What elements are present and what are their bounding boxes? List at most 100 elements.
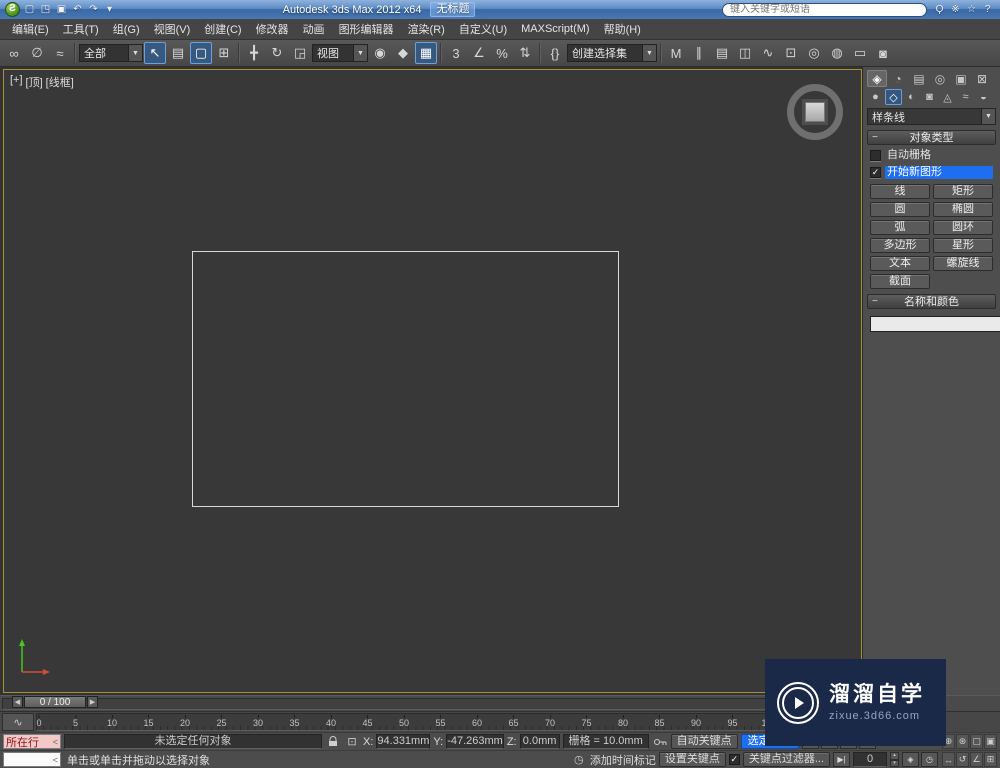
select-and-link-icon[interactable]: ∞ — [3, 42, 25, 64]
create-ngon-button[interactable]: 多边形 — [870, 238, 930, 253]
menu-modifiers[interactable]: 修改器 — [249, 19, 296, 39]
listener-scroll-icon[interactable]: < — [53, 755, 58, 765]
rectangle-shape[interactable] — [192, 251, 619, 507]
select-and-manipulate-icon[interactable]: ◆ — [392, 42, 414, 64]
render-setup-icon[interactable]: ◍ — [826, 42, 848, 64]
menu-views[interactable]: 视图(V) — [147, 19, 198, 39]
key-mode-toggle-icon[interactable]: ◈ — [902, 752, 919, 767]
menu-customize[interactable]: 自定义(U) — [452, 19, 514, 39]
select-and-move-icon[interactable]: ╋ — [243, 42, 265, 64]
save-file-icon[interactable]: ▣ — [54, 3, 69, 17]
next-frame-button[interactable]: ▶| — [833, 752, 850, 767]
cameras-category-icon[interactable]: ◙ — [921, 89, 938, 105]
motion-tab-icon[interactable]: ◎ — [930, 70, 950, 87]
menu-maxscript[interactable]: MAXScript(M) — [514, 21, 596, 37]
select-and-scale-icon[interactable]: ◲ — [289, 42, 311, 64]
geometry-category-icon[interactable]: ● — [867, 89, 884, 105]
render-production-icon[interactable]: ◙ — [872, 42, 894, 64]
create-section-button[interactable]: 截面 — [870, 274, 930, 289]
unlink-selection-icon[interactable]: ∅ — [26, 42, 48, 64]
utilities-tab-icon[interactable]: ⊠ — [972, 70, 992, 87]
bind-to-space-warp-icon[interactable]: ≈ — [49, 42, 71, 64]
menu-graph-editors[interactable]: 图形编辑器 — [332, 19, 401, 39]
autogrid-checkbox[interactable] — [870, 150, 881, 161]
create-line-button[interactable]: 线 — [870, 184, 930, 199]
zoom-all-icon[interactable]: ⊛ — [956, 734, 969, 749]
shape-type-dropdown[interactable]: 样条线 ▼ — [867, 108, 996, 125]
viewcube[interactable] — [787, 84, 843, 140]
maxscript-mini-listener-macro[interactable]: 所在行 < — [3, 734, 61, 749]
z-coordinate-field[interactable]: 0.0mm — [519, 734, 560, 749]
shapes-category-icon[interactable]: ◇ — [885, 89, 902, 105]
curve-editor-icon[interactable]: ∿ — [757, 42, 779, 64]
time-configuration-icon[interactable]: ◷ — [921, 752, 938, 767]
object-name-input[interactable] — [870, 315, 1000, 332]
rectangular-selection-region-icon[interactable]: ▢ — [190, 42, 212, 64]
display-tab-icon[interactable]: ▣ — [951, 70, 971, 87]
hierarchy-tab-icon[interactable]: ▤ — [909, 70, 929, 87]
reference-coordinate-system-dropdown[interactable]: 视图 ▼ — [312, 44, 368, 62]
time-step-forward-button[interactable]: ▶ — [87, 696, 98, 708]
listener-scroll-icon[interactable]: < — [53, 737, 58, 747]
set-key-button[interactable]: 设置关键点 — [658, 752, 726, 767]
pan-icon[interactable]: ↔ — [942, 752, 955, 767]
window-crossing-toggle-icon[interactable]: ⊞ — [213, 42, 235, 64]
lights-category-icon[interactable]: ◐ — [903, 89, 920, 105]
use-pivot-point-center-icon[interactable]: ◉ — [369, 42, 391, 64]
field-of-view-icon[interactable]: ∠ — [970, 752, 983, 767]
search-icon[interactable]: Ϙ — [932, 3, 947, 17]
create-text-button[interactable]: 文本 — [870, 256, 930, 271]
x-coordinate-field[interactable]: 94.331mm — [376, 734, 431, 749]
viewport-menu-plus[interactable]: [+] — [10, 74, 23, 90]
spinner-snap-toggle-icon[interactable]: ⇅ — [514, 42, 536, 64]
menu-tools[interactable]: 工具(T) — [56, 19, 106, 39]
start-new-shape-checkbox[interactable]: ✓ — [870, 167, 881, 178]
material-editor-icon[interactable]: ◎ — [803, 42, 825, 64]
time-slider-track[interactable] — [2, 698, 858, 710]
orbit-icon[interactable]: ↺ — [956, 752, 969, 767]
menu-group[interactable]: 组(G) — [106, 19, 147, 39]
maxscript-mini-listener[interactable]: < — [3, 752, 61, 767]
dropdown-arrow-icon[interactable]: ▼ — [353, 45, 367, 61]
auto-key-button[interactable]: 自动关键点 — [670, 734, 738, 749]
frame-spinner-down[interactable]: ▾ — [890, 759, 899, 767]
add-time-tag[interactable]: ◷ 添加时间标记 — [571, 752, 656, 768]
menu-rendering[interactable]: 渲染(R) — [401, 19, 452, 39]
viewcube-top-face[interactable] — [805, 102, 825, 122]
mirror-icon[interactable]: M — [665, 42, 687, 64]
select-and-rotate-icon[interactable]: ↻ — [266, 42, 288, 64]
create-arc-button[interactable]: 弧 — [870, 220, 930, 235]
selection-lock-toggle[interactable] — [325, 734, 341, 749]
menu-create[interactable]: 创建(C) — [197, 19, 248, 39]
dropdown-arrow-icon[interactable]: ▼ — [981, 109, 995, 124]
infocenter-search-input[interactable] — [730, 4, 919, 15]
viewport[interactable]: [+] [顶] [线框] — [3, 69, 862, 693]
create-circle-button[interactable]: 圆 — [870, 202, 930, 217]
create-rectangle-button[interactable]: 矩形 — [933, 184, 993, 199]
create-tab-icon[interactable]: ◈ — [867, 70, 887, 87]
create-helix-button[interactable]: 螺旋线 — [933, 256, 993, 271]
snaps-toggle-3d-icon[interactable]: 3 — [445, 42, 467, 64]
selection-filter-dropdown[interactable]: 全部 ▼ — [79, 44, 143, 62]
select-by-name-icon[interactable]: ▤ — [167, 42, 189, 64]
percent-snap-toggle-icon[interactable]: % — [491, 42, 513, 64]
help-icon[interactable]: ? — [980, 3, 995, 17]
menu-edit[interactable]: 编辑(E) — [5, 19, 56, 39]
graphite-ribbon-toggle-icon[interactable]: ◫ — [734, 42, 756, 64]
dropdown-arrow-icon[interactable]: ▼ — [642, 45, 656, 61]
modify-tab-icon[interactable]: ◔ — [888, 70, 908, 87]
rendered-frame-window-icon[interactable]: ▭ — [849, 42, 871, 64]
key-filters-button[interactable]: 关键点过滤器... — [742, 752, 830, 767]
set-keys-button[interactable] — [652, 734, 668, 749]
new-scene-icon[interactable]: ▢ — [22, 3, 37, 17]
viewport-menu-view[interactable]: [顶] — [26, 74, 43, 90]
create-star-button[interactable]: 星形 — [933, 238, 993, 253]
space-warps-category-icon[interactable]: ≈ — [957, 89, 974, 105]
menu-animation[interactable]: 动画 — [296, 19, 332, 39]
redo-icon[interactable]: ↷ — [86, 3, 101, 17]
keyboard-shortcut-override-icon[interactable]: ▦ — [415, 42, 437, 64]
create-donut-button[interactable]: 圆环 — [933, 220, 993, 235]
communication-center-icon[interactable]: ※ — [948, 3, 963, 17]
select-object-icon[interactable]: ↖ — [144, 42, 166, 64]
manage-layers-icon[interactable]: ▤ — [711, 42, 733, 64]
